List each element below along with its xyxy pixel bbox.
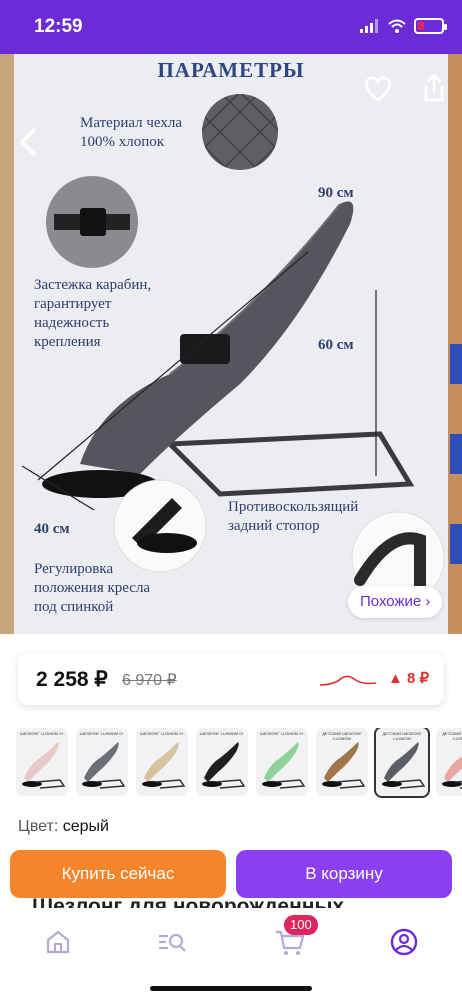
thumbnail-bouncer-image bbox=[442, 756, 462, 789]
similar-button[interactable]: Похожие › bbox=[348, 586, 443, 618]
tab-home[interactable] bbox=[38, 922, 78, 962]
stopper-label: Противоскользящий задний стопор bbox=[228, 499, 359, 534]
wifi-icon bbox=[388, 19, 406, 33]
variant-thumbnail[interactable]: ШЕЗЛОНГ LUXMOM 0+ bbox=[76, 728, 128, 796]
tab-profile[interactable] bbox=[384, 922, 424, 962]
favorite-button[interactable] bbox=[360, 70, 396, 106]
back-button[interactable] bbox=[12, 124, 48, 160]
status-icons bbox=[360, 18, 447, 34]
dimension-length: 90 см bbox=[318, 185, 354, 201]
color-line: Цвет: серый bbox=[18, 818, 109, 836]
variant-thumbnail[interactable]: ШЕЗЛОНГ LUXMOM 0+ bbox=[136, 728, 188, 796]
home-icon bbox=[46, 930, 70, 954]
product-image[interactable]: ПАРАМЕТРЫ Материал чехла 100% хлопок Зас… bbox=[0, 54, 462, 634]
catalog-search-icon bbox=[159, 933, 186, 952]
fabric-swatch bbox=[202, 94, 278, 170]
tab-catalog[interactable] bbox=[152, 922, 192, 962]
thumbnail-bouncer-image bbox=[22, 742, 66, 789]
price-card[interactable]: 2 258 ₽ 6 970 ₽ ▲ 8 ₽ bbox=[18, 653, 444, 705]
width-line bbox=[21, 465, 95, 511]
battery-icon bbox=[414, 18, 447, 34]
price-change: ▲ 8 ₽ bbox=[388, 670, 430, 687]
heart-icon bbox=[365, 76, 391, 102]
back-button-hit[interactable] bbox=[12, 70, 48, 106]
buy-now-button[interactable]: Купить сейчас bbox=[10, 850, 226, 898]
image-edge-right bbox=[448, 54, 462, 634]
share-button[interactable] bbox=[416, 70, 452, 106]
dimension-height: 60 см bbox=[318, 337, 354, 353]
material-label: Материал чехла 100% хлопок bbox=[80, 115, 183, 150]
variant-thumbnail[interactable]: ДЕТСКИЙ ШЕЗЛОНГ LUXMOM bbox=[374, 728, 430, 798]
thumbnail-bouncer-image bbox=[322, 742, 366, 789]
variant-thumbnails: ШЕЗЛОНГ LUXMOM 0+ ШЕЗЛОНГ LUXMOM 0+ ШЕЗЛОН… bbox=[16, 728, 462, 798]
adjust-label: Регулировка положения кресла под спинкой bbox=[34, 561, 151, 615]
thumbnail-bouncer-image bbox=[82, 742, 126, 789]
color-label: Цвет: bbox=[18, 818, 59, 835]
variant-thumbnail[interactable]: ШЕЗЛОНГ LUXMOM 0+ bbox=[16, 728, 68, 796]
home-indicator bbox=[150, 986, 312, 991]
add-to-cart-button[interactable]: В корзину bbox=[236, 850, 452, 898]
profile-icon bbox=[390, 928, 418, 956]
variant-thumbnail[interactable]: ШЕЗЛОНГ LUXMOM 0+ bbox=[196, 728, 248, 796]
chevron-left-icon bbox=[20, 128, 36, 156]
share-icon bbox=[424, 73, 444, 102]
thumbnail-bouncer-image bbox=[382, 742, 426, 789]
cart-count-badge: 100 bbox=[284, 915, 318, 935]
variant-thumbnail[interactable]: ШЕЗЛОНГ LUXMOM 0+ bbox=[256, 728, 308, 796]
color-value: серый bbox=[62, 818, 109, 835]
status-time: 12:59 bbox=[34, 16, 83, 37]
thumbnail-bouncer-image bbox=[142, 742, 186, 789]
variant-thumbnail[interactable]: ДЕТСКИЙ ШЕЗЛОНГ LUXMOM bbox=[316, 728, 368, 796]
dimension-width: 40 см bbox=[34, 521, 70, 537]
old-price: 6 970 ₽ bbox=[122, 672, 177, 689]
current-price: 2 258 ₽ bbox=[36, 668, 108, 691]
status-bar: 12:59 bbox=[0, 0, 462, 54]
signal-icon bbox=[360, 19, 378, 33]
price-history-sparkline bbox=[319, 675, 377, 686]
variant-thumbnail[interactable]: ДЕТСКИЙ ШЕЗЛОНГ LUXMOM bbox=[436, 728, 462, 796]
thumbnail-bouncer-image bbox=[262, 742, 306, 789]
thumbnail-bouncer-image bbox=[202, 742, 246, 789]
